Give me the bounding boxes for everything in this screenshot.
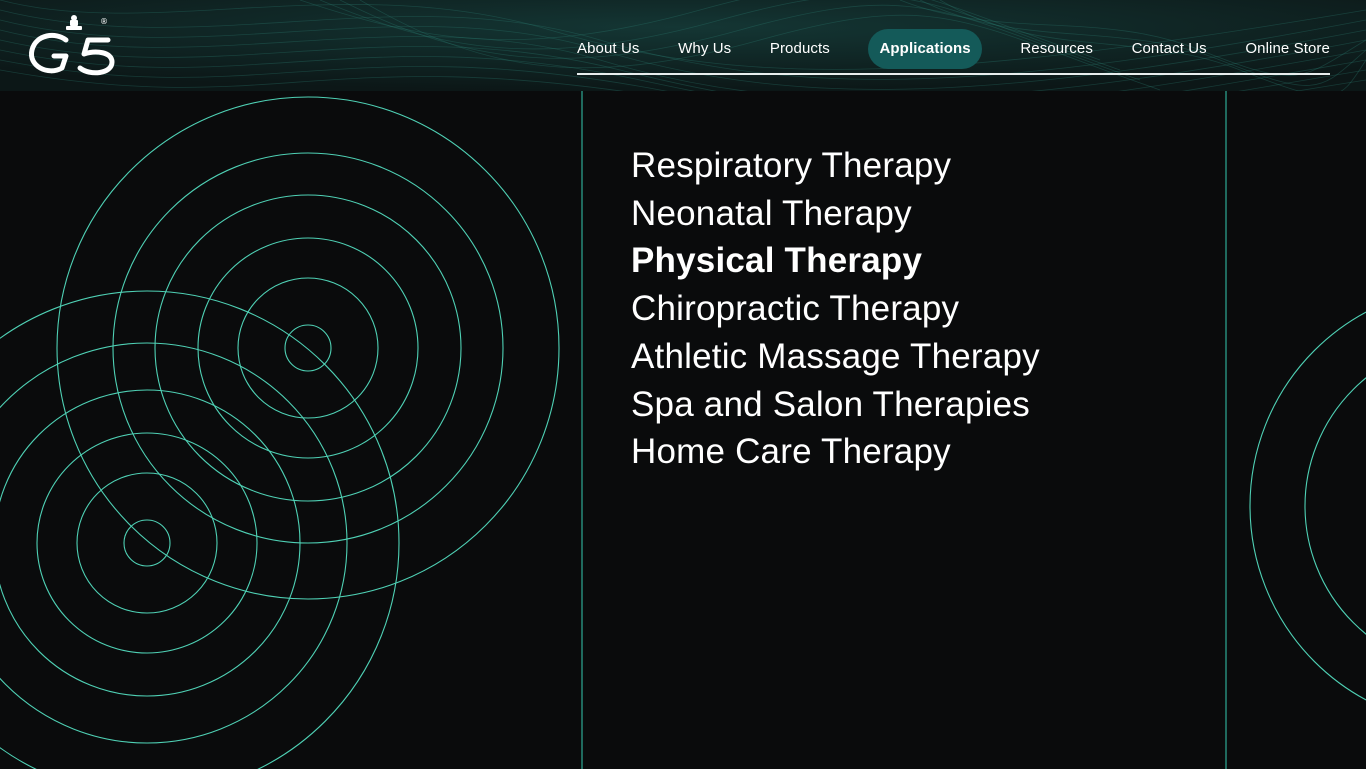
nav-applications[interactable]: Applications (868, 29, 982, 69)
main-nav: About Us Why Us Products Applications Re… (577, 29, 1330, 69)
g5-logo[interactable]: ® (26, 10, 122, 76)
nav-contact-us[interactable]: Contact Us (1132, 29, 1207, 69)
nav-online-store[interactable]: Online Store (1245, 29, 1330, 69)
page: ® About Us Why Us Products Applications … (0, 0, 1366, 769)
menu-item-home-care-therapy[interactable]: Home Care Therapy (631, 428, 1191, 476)
column-divider-right (1225, 91, 1227, 769)
nav-underline (577, 73, 1330, 75)
svg-text:®: ® (100, 17, 108, 26)
nav-about-us[interactable]: About Us (577, 29, 640, 69)
menu-item-athletic-massage-therapy[interactable]: Athletic Massage Therapy (631, 333, 1191, 381)
menu-item-neonatal-therapy[interactable]: Neonatal Therapy (631, 190, 1191, 238)
nav-resources[interactable]: Resources (1020, 29, 1093, 69)
nav-products[interactable]: Products (770, 29, 830, 69)
menu-item-chiropractic-therapy[interactable]: Chiropractic Therapy (631, 285, 1191, 333)
applications-menu: Respiratory Therapy Neonatal Therapy Phy… (631, 142, 1191, 476)
column-divider-left (581, 91, 583, 769)
menu-item-respiratory-therapy[interactable]: Respiratory Therapy (631, 142, 1191, 190)
menu-item-physical-therapy[interactable]: Physical Therapy (631, 237, 1191, 285)
header: ® About Us Why Us Products Applications … (0, 0, 1366, 91)
nav-why-us[interactable]: Why Us (678, 29, 731, 69)
menu-item-spa-and-salon-therapies[interactable]: Spa and Salon Therapies (631, 381, 1191, 429)
